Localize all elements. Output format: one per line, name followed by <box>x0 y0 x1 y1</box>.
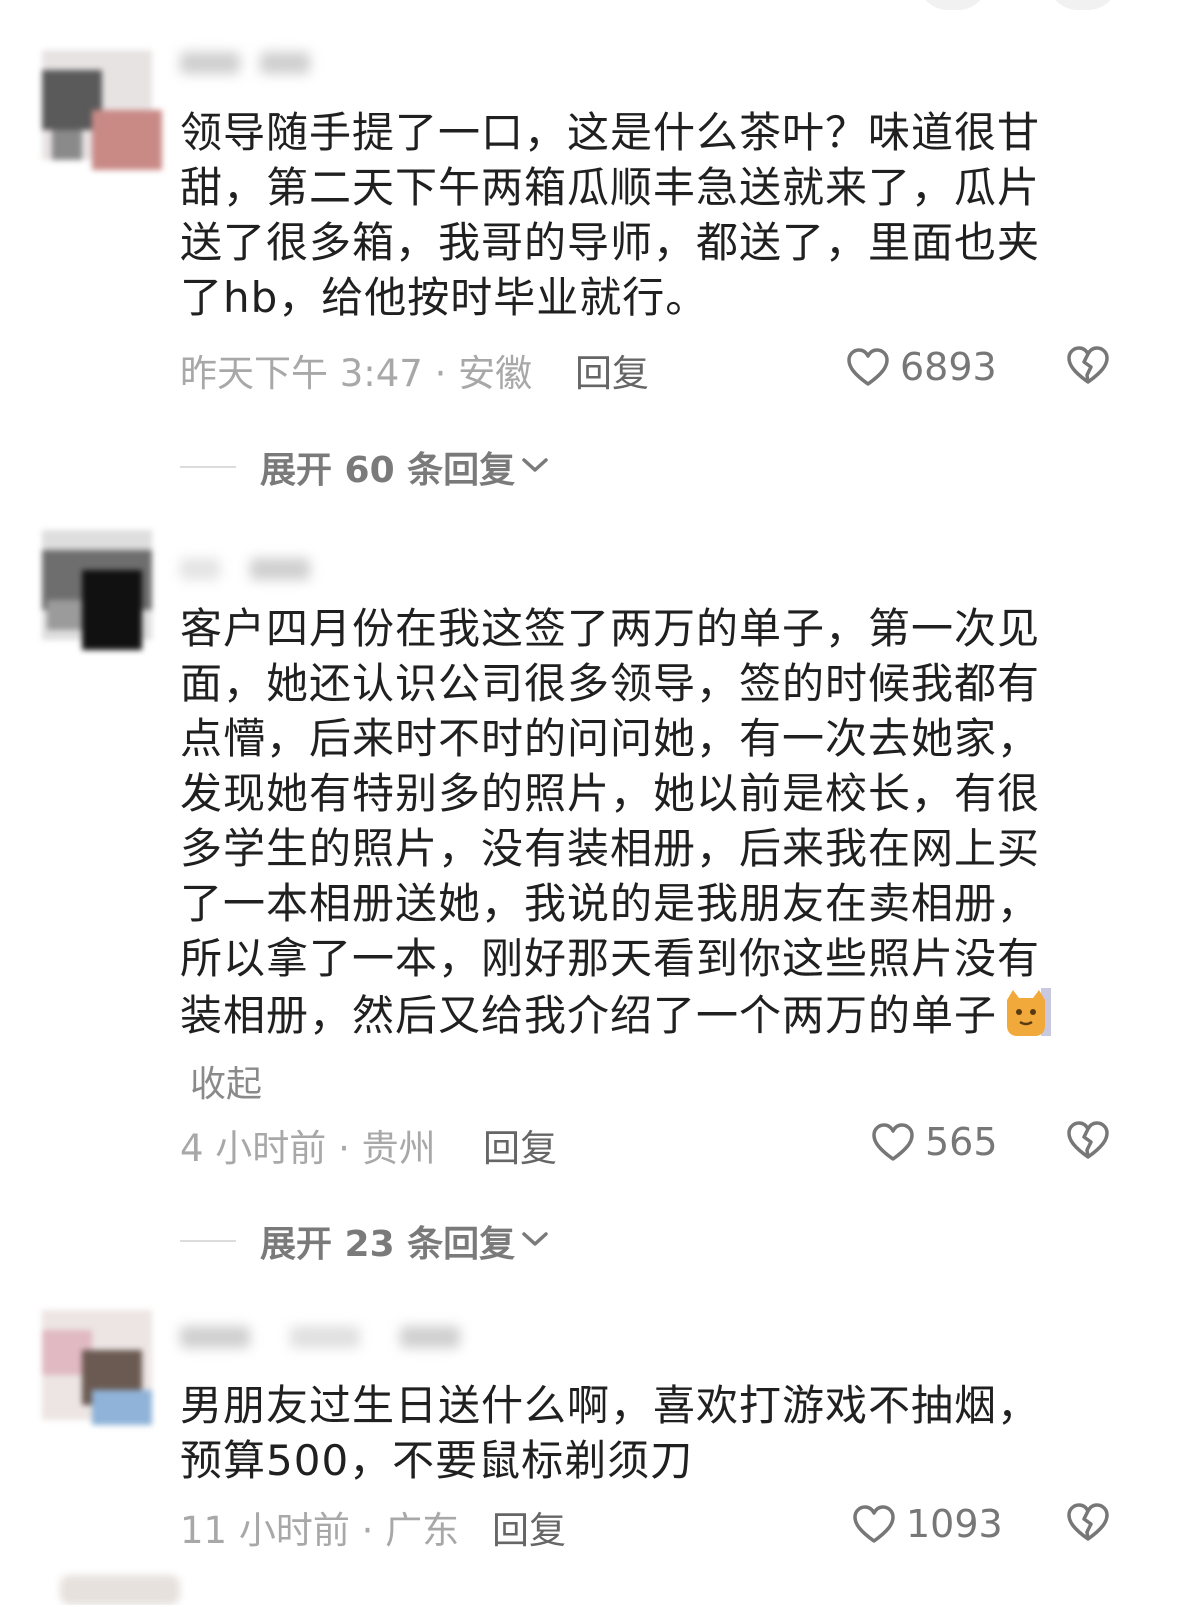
heart-outline-icon <box>846 347 890 387</box>
top-decoration <box>918 0 1138 10</box>
divider <box>180 466 236 468</box>
reply-button[interactable]: 回复 <box>492 1500 566 1554</box>
avatar[interactable] <box>32 1300 162 1430</box>
reply-button[interactable]: 回复 <box>483 1118 557 1172</box>
dislike-button[interactable] <box>1066 1120 1110 1160</box>
heart-outline-icon <box>852 1504 896 1544</box>
avatar[interactable] <box>32 40 162 170</box>
like-button[interactable]: 1093 <box>852 1502 1003 1546</box>
comment-body: 客户四月份在我这签了两万的单子，第一次见面，她还认识公司很多领导，签的时候我都有… <box>180 604 1041 1040</box>
chevron-down-icon <box>521 1229 549 1253</box>
expand-replies-button[interactable]: 展开 60 条回复 <box>180 442 549 492</box>
comment-text: 客户四月份在我这签了两万的单子，第一次见面，她还认识公司很多领导，签的时候我都有… <box>180 601 1080 1043</box>
like-button[interactable]: 6893 <box>846 345 997 389</box>
dislike-button[interactable] <box>1066 345 1110 385</box>
username-blurred[interactable] <box>180 46 330 80</box>
username-blurred[interactable] <box>180 552 330 586</box>
expand-replies-label: 展开 23 条回复 <box>260 1224 516 1265</box>
divider <box>180 1240 236 1242</box>
dislike-button[interactable] <box>1066 1502 1110 1542</box>
comment-text: 男朋友过生日送什么啊，喜欢打游戏不抽烟，预算500，不要鼠标剃须刀 <box>180 1381 1041 1485</box>
heart-outline-icon <box>871 1122 915 1162</box>
next-avatar-partial <box>60 1575 180 1605</box>
like-count: 1093 <box>906 1502 1003 1546</box>
chevron-down-icon <box>521 455 549 479</box>
comment-meta: 11 小时前 · 广东 回复 <box>180 1500 566 1552</box>
comment-meta: 昨天下午 3:47 · 安徽 回复 <box>180 343 649 395</box>
broken-heart-icon <box>1066 345 1110 385</box>
like-button[interactable]: 565 <box>871 1120 998 1164</box>
like-count: 565 <box>925 1120 998 1164</box>
timestamp-location: 11 小时前 · 广东 <box>180 1509 460 1552</box>
collapse-button[interactable]: 收起 <box>190 1055 262 1107</box>
expand-replies-button[interactable]: 展开 23 条回复 <box>180 1216 549 1266</box>
timestamp-location: 昨天下午 3:47 · 安徽 <box>180 352 533 395</box>
expand-replies-label: 展开 60 条回复 <box>260 450 516 491</box>
broken-heart-icon <box>1066 1502 1110 1542</box>
avatar[interactable] <box>32 520 162 650</box>
username-blurred[interactable] <box>180 1320 480 1354</box>
timestamp-location: 4 小时前 · 贵州 <box>180 1127 436 1170</box>
reply-button[interactable]: 回复 <box>575 343 649 397</box>
comment-meta: 4 小时前 · 贵州 回复 <box>180 1118 557 1170</box>
broken-heart-icon <box>1066 1120 1110 1160</box>
cat-emoji-icon <box>1003 986 1053 1038</box>
like-count: 6893 <box>900 345 997 389</box>
comment-text: 领导随手提了一口，这是什么茶叶？味道很甘甜，第二天下午两箱瓜顺丰急送就来了，瓜片… <box>180 108 1041 322</box>
